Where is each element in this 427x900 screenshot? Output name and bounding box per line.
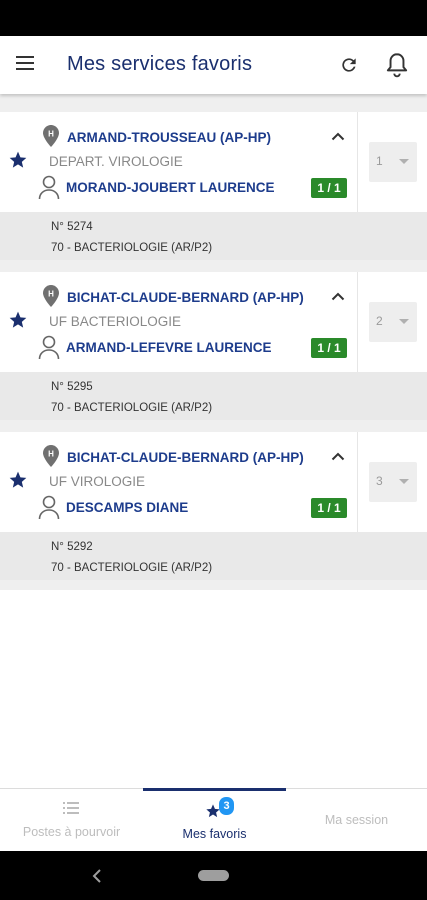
rank-select[interactable]: 1 <box>369 142 417 182</box>
divider <box>357 272 358 372</box>
svg-text:H: H <box>48 130 54 139</box>
hospital-name[interactable]: ARMAND-TROUSSEAU (AP-HP) <box>67 130 271 145</box>
system-navigation-bar <box>0 851 427 900</box>
home-pill[interactable] <box>198 870 229 881</box>
bell-icon[interactable] <box>384 51 410 79</box>
department-name: UF VIROLOGIE <box>49 474 146 489</box>
dropdown-arrow-icon <box>399 319 409 324</box>
specialty: 70 - BACTERIOLOGIE (AR/P2) <box>51 242 213 254</box>
person-name[interactable]: DESCAMPS DIANE <box>66 500 188 515</box>
nav-postes-a-pourvoir[interactable]: Postes à pourvoir <box>0 789 143 852</box>
availability-badge: 1 / 1 <box>311 178 347 198</box>
hospital-pin-icon: H <box>43 285 59 307</box>
bottom-navigation: Postes à pourvoir 3 Mes favoris Ma sessi… <box>0 788 427 852</box>
post-number: N° 5292 <box>51 541 93 553</box>
card-footer: N° 5274 70 - BACTERIOLOGIE (AR/P2) <box>0 212 427 260</box>
nav-label: Mes favoris <box>182 827 247 841</box>
svg-text:H: H <box>48 450 54 459</box>
star-icon[interactable] <box>8 310 28 330</box>
hospital-name[interactable]: BICHAT-CLAUDE-BERNARD (AP-HP) <box>67 290 304 305</box>
list-gap <box>0 94 427 112</box>
person-icon <box>38 175 60 200</box>
department-name: DEPART. VIROLOGIE <box>49 154 183 169</box>
nav-mes-favoris[interactable]: 3 Mes favoris <box>143 788 286 854</box>
menu-icon[interactable] <box>16 56 34 70</box>
divider <box>357 432 358 532</box>
back-icon[interactable] <box>92 869 102 883</box>
person-icon <box>38 495 60 520</box>
hospital-pin-icon: H <box>43 125 59 147</box>
app-bar: Mes services favoris <box>0 36 427 94</box>
page-title: Mes services favoris <box>67 53 253 75</box>
rank-value: 1 <box>376 154 383 168</box>
chevron-up-icon[interactable] <box>331 131 345 141</box>
post-number: N° 5274 <box>51 221 93 233</box>
list-icon <box>63 802 79 814</box>
list-gap <box>0 580 427 590</box>
post-number: N° 5295 <box>51 381 93 393</box>
person-icon <box>38 335 60 360</box>
dropdown-arrow-icon <box>399 479 409 484</box>
rank-value: 3 <box>376 474 383 488</box>
availability-badge: 1 / 1 <box>311 338 347 358</box>
divider <box>357 112 358 212</box>
person-name[interactable]: ARMAND-LEFEVRE LAURENCE <box>66 340 272 355</box>
list-gap <box>0 260 427 272</box>
favorites-list: H ARMAND-TROUSSEAU (AP-HP) DEPART. VIROL… <box>0 94 427 788</box>
department-name: UF BACTERIOLOGIE <box>49 314 182 329</box>
favorite-card[interactable]: H BICHAT-CLAUDE-BERNARD (AP-HP) UF BACTE… <box>0 272 427 420</box>
card-footer: N° 5295 70 - BACTERIOLOGIE (AR/P2) <box>0 372 427 420</box>
chevron-up-icon[interactable] <box>331 291 345 301</box>
favorite-card[interactable]: H BICHAT-CLAUDE-BERNARD (AP-HP) UF VIROL… <box>0 432 427 580</box>
dropdown-arrow-icon <box>399 159 409 164</box>
favorite-card[interactable]: H ARMAND-TROUSSEAU (AP-HP) DEPART. VIROL… <box>0 112 427 260</box>
rank-select[interactable]: 2 <box>369 302 417 342</box>
card-footer: N° 5292 70 - BACTERIOLOGIE (AR/P2) <box>0 532 427 580</box>
favorites-count-badge: 3 <box>219 797 234 815</box>
person-name[interactable]: MORAND-JOUBERT LAURENCE <box>66 180 275 195</box>
nav-ma-session[interactable]: Ma session <box>286 789 427 852</box>
nav-label: Postes à pourvoir <box>22 825 121 839</box>
hospital-pin-icon: H <box>43 445 59 467</box>
list-gap <box>0 420 427 432</box>
nav-label: Ma session <box>324 813 389 827</box>
rank-value: 2 <box>376 314 383 328</box>
hospital-name[interactable]: BICHAT-CLAUDE-BERNARD (AP-HP) <box>67 450 304 465</box>
svg-text:H: H <box>48 290 54 299</box>
refresh-icon[interactable] <box>339 55 359 75</box>
specialty: 70 - BACTERIOLOGIE (AR/P2) <box>51 562 213 574</box>
availability-badge: 1 / 1 <box>311 498 347 518</box>
chevron-up-icon[interactable] <box>331 451 345 461</box>
specialty: 70 - BACTERIOLOGIE (AR/P2) <box>51 402 213 414</box>
status-bar <box>0 0 427 36</box>
rank-select[interactable]: 3 <box>369 462 417 502</box>
star-icon[interactable] <box>8 150 28 170</box>
star-icon[interactable] <box>8 470 28 490</box>
